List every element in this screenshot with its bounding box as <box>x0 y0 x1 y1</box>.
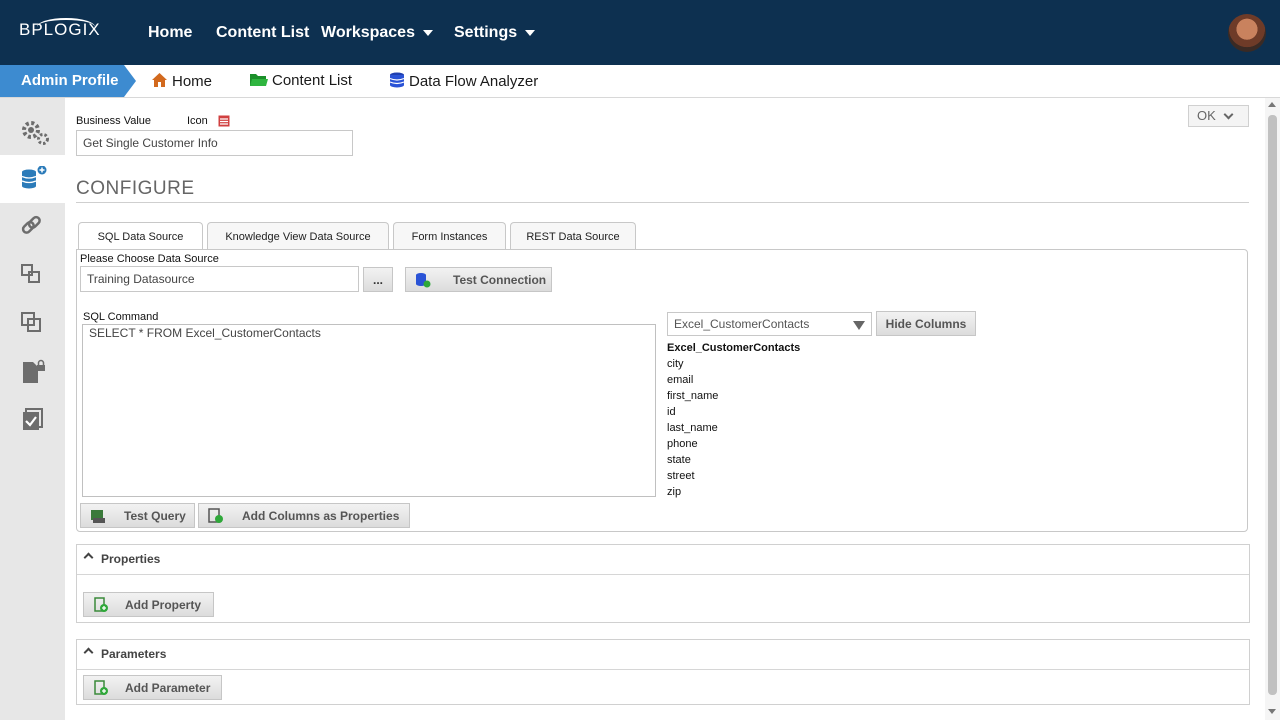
column-item[interactable]: zip <box>667 484 800 500</box>
divider <box>76 202 1249 203</box>
add-property-label: Add Property <box>125 597 202 612</box>
scroll-down-icon[interactable] <box>1268 709 1276 714</box>
add-property-icon <box>94 596 108 612</box>
add-columns-icon <box>208 507 223 523</box>
parameters-header[interactable]: Parameters <box>77 640 1249 670</box>
datasource-input[interactable]: Training Datasource <box>80 266 359 292</box>
business-value-input[interactable]: Get Single Customer Info <box>76 130 353 156</box>
column-item[interactable]: street <box>667 468 800 484</box>
sql-command-label: SQL Command <box>83 311 159 323</box>
breadcrumb-content-list-label: Content List <box>272 72 353 89</box>
nav-settings-label: Settings <box>454 24 518 41</box>
breadcrumb-home-label: Home <box>172 73 213 90</box>
add-property-button[interactable]: Add Property <box>83 592 214 617</box>
home-icon <box>152 73 167 87</box>
datasource-label: Please Choose Data Source <box>80 253 219 265</box>
properties-title: Properties <box>101 552 161 566</box>
database-icon <box>389 72 405 88</box>
breadcrumb: Admin Profile Home Content List Data Flo… <box>0 65 1280 98</box>
breadcrumb-admin-profile[interactable]: Admin Profile <box>0 65 136 97</box>
add-parameter-icon <box>94 679 108 695</box>
chevron-down-icon <box>525 29 536 36</box>
parameters-title: Parameters <box>101 647 167 661</box>
database-check-icon <box>416 272 431 287</box>
column-item[interactable]: phone <box>667 436 800 452</box>
test-connection-label: Test Connection <box>453 272 547 287</box>
breadcrumb-content-list[interactable]: Content List <box>249 72 352 89</box>
chevron-up-icon <box>83 647 94 658</box>
sidebar-item-locked-document[interactable] <box>0 348 65 396</box>
main-content: Business Value Icon Get Single Customer … <box>65 98 1265 720</box>
chevron-down-icon <box>1223 109 1234 120</box>
page-title: CONFIGURE <box>76 178 195 199</box>
sidebar-item-checklist[interactable] <box>0 396 65 444</box>
checklist-icon <box>23 408 43 430</box>
nav-workspaces[interactable]: Workspaces <box>321 24 433 42</box>
column-item[interactable]: last_name <box>667 420 800 436</box>
dropdown-arrow-icon <box>853 321 865 330</box>
column-item[interactable]: id <box>667 404 800 420</box>
ok-button[interactable]: OK <box>1188 105 1249 127</box>
tab-form-instances[interactable]: Form Instances <box>393 222 506 250</box>
sidebar-item-settings[interactable] <box>0 108 65 156</box>
nav-content-list[interactable]: Content List <box>216 24 309 42</box>
scroll-up-icon[interactable] <box>1268 102 1276 107</box>
sidebar-item-copy[interactable] <box>0 300 65 348</box>
column-item[interactable]: city <box>667 356 800 372</box>
columns-header: Excel_CustomerContacts <box>667 342 801 354</box>
link-icon <box>21 215 41 234</box>
folder-icon <box>250 74 268 86</box>
copy-icon <box>21 312 41 332</box>
add-parameter-label: Add Parameter <box>125 680 211 695</box>
scrollbar-thumb[interactable] <box>1268 115 1277 695</box>
add-columns-as-properties-button[interactable]: Add Columns as Properties <box>198 503 410 528</box>
nav-workspaces-label: Workspaces <box>321 24 415 41</box>
columns-list: Excel_CustomerContacts city email first_… <box>667 340 800 500</box>
tab-sql-data-source[interactable]: SQL Data Source <box>78 222 203 251</box>
flow-icon <box>21 264 40 283</box>
breadcrumb-home[interactable]: Home <box>151 72 212 90</box>
sql-query-icon <box>91 509 105 523</box>
breadcrumb-data-flow-analyzer[interactable]: Data Flow Analyzer <box>389 72 538 90</box>
nav-settings[interactable]: Settings <box>454 24 536 42</box>
sql-command-textarea[interactable]: SELECT * FROM Excel_CustomerContacts <box>82 324 656 497</box>
test-query-label: Test Query <box>124 508 186 523</box>
ok-label: OK <box>1197 108 1216 123</box>
properties-section: Properties Add Property <box>76 544 1250 623</box>
tab-rest-data-source[interactable]: REST Data Source <box>510 222 636 250</box>
gears-icon <box>22 121 49 145</box>
chevron-down-icon <box>422 29 433 36</box>
icon-label: Icon <box>187 115 208 127</box>
column-item[interactable]: first_name <box>667 388 800 404</box>
add-columns-label: Add Columns as Properties <box>242 508 400 523</box>
nav-home[interactable]: Home <box>148 24 192 42</box>
column-item[interactable]: email <box>667 372 800 388</box>
sidebar-item-data-source[interactable] <box>0 155 65 203</box>
sidebar <box>0 98 65 720</box>
business-value-label: Business Value <box>76 115 152 127</box>
table-select-value: Excel_CustomerContacts <box>674 317 810 331</box>
database-add-icon <box>21 166 47 189</box>
column-item[interactable]: state <box>667 452 800 468</box>
hide-columns-button[interactable]: Hide Columns <box>876 311 976 336</box>
properties-header[interactable]: Properties <box>77 545 1249 575</box>
bplogix-logo[interactable]: BPLOGIX <box>19 18 101 40</box>
breadcrumb-data-flow-analyzer-label: Data Flow Analyzer <box>409 73 539 90</box>
table-select[interactable]: Excel_CustomerContacts <box>667 312 872 336</box>
top-navigation-bar: BPLOGIX Home Content List Workspaces Set… <box>0 0 1280 65</box>
test-query-button[interactable]: Test Query <box>80 503 195 528</box>
browse-button[interactable]: ... <box>363 267 393 292</box>
sidebar-item-links[interactable] <box>0 204 65 252</box>
avatar[interactable] <box>1228 14 1266 52</box>
locked-document-icon <box>23 359 45 383</box>
add-parameter-button[interactable]: Add Parameter <box>83 675 222 700</box>
table-icon[interactable] <box>218 115 230 127</box>
chevron-up-icon <box>83 552 94 563</box>
test-connection-button[interactable]: Test Connection <box>405 267 552 292</box>
tab-knowledge-view-data-source[interactable]: Knowledge View Data Source <box>207 222 389 250</box>
sidebar-item-flow[interactable] <box>0 252 65 300</box>
parameters-section: Parameters Add Parameter <box>76 639 1250 705</box>
vertical-scrollbar[interactable] <box>1265 98 1280 720</box>
